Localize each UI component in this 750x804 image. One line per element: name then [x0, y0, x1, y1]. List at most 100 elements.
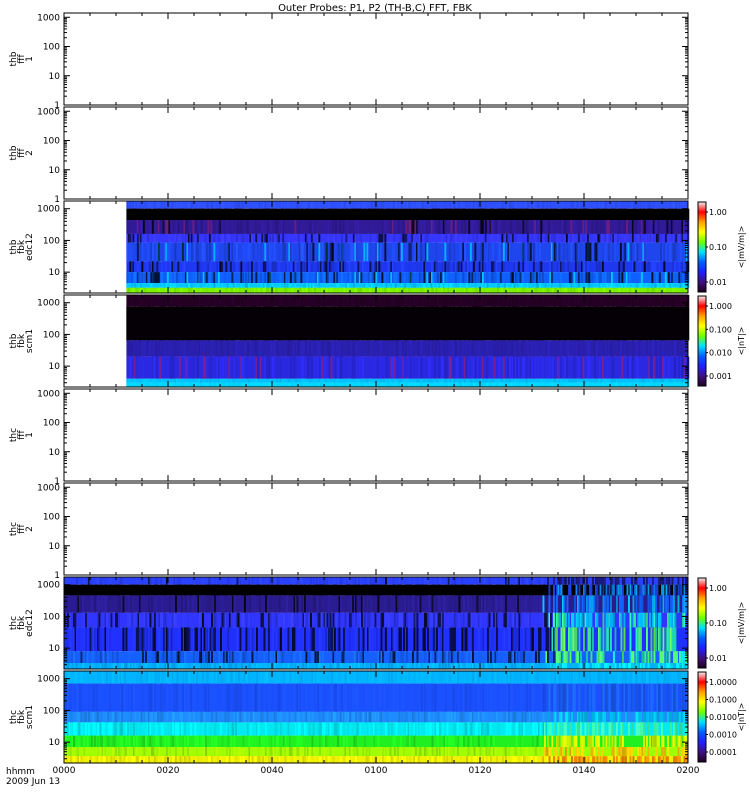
- band-cell: [426, 585, 428, 596]
- band-cell: [94, 595, 96, 612]
- band-cell: [393, 234, 395, 243]
- band-cell: [294, 577, 296, 585]
- band-cell: [618, 379, 620, 383]
- band-cell: [632, 340, 634, 356]
- band-cell: [526, 577, 528, 585]
- band-cell: [627, 201, 629, 209]
- band-cell: [405, 295, 407, 307]
- band-cell: [84, 577, 86, 585]
- band-cell: [594, 595, 596, 612]
- band-cell: [360, 295, 362, 307]
- band-cell: [639, 379, 641, 383]
- band-cell: [302, 201, 304, 209]
- band-cell: [576, 585, 578, 596]
- band-cell: [348, 261, 350, 272]
- band-cell: [269, 261, 271, 272]
- band-cell: [545, 220, 547, 234]
- band-cell: [459, 379, 461, 383]
- band-cell: [432, 340, 434, 356]
- band-cell: [287, 261, 289, 272]
- band-cell: [500, 295, 502, 307]
- band-cell: [192, 595, 194, 612]
- band-cell: [135, 613, 137, 628]
- band-cell: [284, 234, 286, 243]
- band-cell: [621, 272, 623, 283]
- band-cell: [345, 613, 347, 628]
- y-axis-label-line: scm1: [25, 329, 35, 353]
- band-cell: [365, 261, 367, 272]
- band-cell: [509, 209, 511, 220]
- band-cell: [465, 340, 467, 356]
- band-cell: [602, 379, 604, 383]
- band-cell: [450, 209, 452, 220]
- band-cell: [150, 283, 152, 288]
- band-cell: [564, 307, 566, 341]
- band-cell: [85, 627, 87, 651]
- band-cell: [486, 201, 488, 209]
- band-cell: [304, 627, 306, 651]
- band-cell: [573, 357, 575, 379]
- band-cell: [655, 595, 657, 612]
- band-cell: [131, 295, 133, 307]
- band-cell: [230, 261, 232, 272]
- band-cell: [310, 613, 312, 628]
- band-cell: [528, 595, 530, 612]
- band-cell: [381, 234, 383, 243]
- band-cell: [332, 201, 334, 209]
- band-cell: [641, 288, 643, 293]
- band-cell: [114, 627, 116, 651]
- band-cell: [76, 627, 78, 651]
- band-cell: [356, 340, 358, 356]
- band-cell: [108, 595, 110, 612]
- band-cell: [666, 383, 668, 387]
- band-cell: [243, 288, 245, 293]
- band-cell: [522, 220, 524, 234]
- band-cell: [446, 201, 448, 209]
- band-cell: [209, 379, 211, 383]
- band-cell: [521, 209, 523, 220]
- band-cell: [467, 261, 469, 272]
- band-cell: [374, 357, 376, 379]
- band-cell: [540, 383, 542, 387]
- band-cell: [405, 288, 407, 293]
- band-cell: [177, 201, 179, 209]
- band-cell: [252, 595, 254, 612]
- band-cell: [174, 243, 176, 262]
- band-cell: [543, 357, 545, 379]
- band-cell: [587, 234, 589, 243]
- band-cell: [406, 613, 408, 628]
- band-cell: [614, 283, 616, 288]
- band-cell: [578, 261, 580, 272]
- band-cell: [588, 307, 590, 341]
- band-cell: [505, 613, 507, 628]
- band-cell: [180, 272, 182, 283]
- band-cell: [363, 379, 365, 383]
- band-cell: [371, 220, 373, 234]
- band-cell: [417, 209, 419, 220]
- band-cell: [486, 272, 488, 283]
- band-cell: [464, 243, 466, 262]
- band-cell: [663, 383, 665, 387]
- band-cell: [680, 243, 682, 262]
- band-cell: [240, 220, 242, 234]
- band-cell: [506, 283, 508, 288]
- band-cell: [197, 357, 199, 379]
- band-cell: [201, 234, 203, 243]
- band-cell: [597, 201, 599, 209]
- band-cell: [410, 209, 412, 220]
- band-cell: [494, 272, 496, 283]
- band-cell: [483, 340, 485, 356]
- band-cell: [614, 220, 616, 234]
- band-cell: [147, 295, 149, 307]
- band-cell: [385, 627, 387, 651]
- band-cell: [585, 585, 587, 596]
- band-cell: [563, 283, 565, 288]
- band-cell: [301, 577, 303, 585]
- band-cell: [214, 627, 216, 651]
- band-cell: [575, 272, 577, 283]
- band-cell: [186, 577, 188, 585]
- band-cell: [306, 340, 308, 356]
- band-cell: [561, 577, 563, 585]
- band-cell: [576, 627, 578, 651]
- band-cell: [216, 383, 218, 387]
